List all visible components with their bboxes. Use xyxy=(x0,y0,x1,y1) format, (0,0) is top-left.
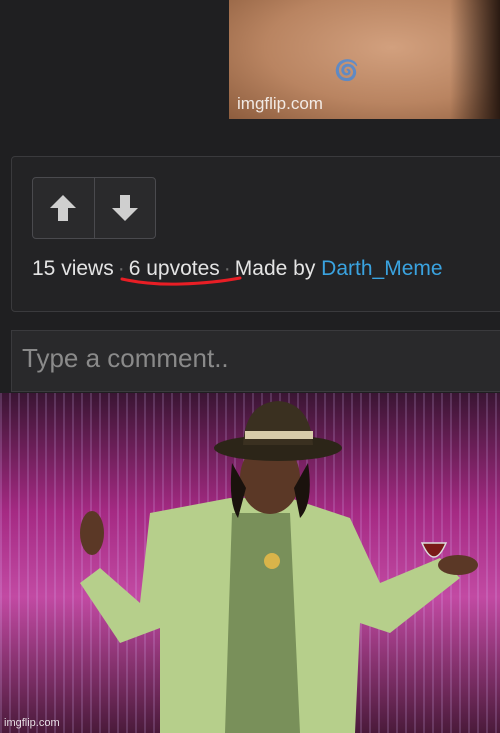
downvote-arrow-icon xyxy=(111,195,138,221)
photo-watermark: imgflip.com xyxy=(4,717,60,729)
downvote-button[interactable] xyxy=(93,178,156,238)
red-underline-annotation xyxy=(120,276,242,286)
comment-box[interactable]: Type a comment.. xyxy=(11,330,500,392)
author-link[interactable]: Darth_Meme xyxy=(321,257,442,280)
meme-image-top: 🌀 imgflip.com xyxy=(229,0,500,119)
image-shadow xyxy=(450,0,500,119)
imgflip-swirl-icon: 🌀 xyxy=(334,60,359,82)
comment-placeholder: Type a comment.. xyxy=(22,343,229,373)
image-watermark: imgflip.com xyxy=(237,94,323,113)
made-by-label: Made by xyxy=(234,257,316,280)
view-count: 15 views xyxy=(32,257,114,280)
meme-photo: imgflip.com xyxy=(0,393,500,733)
man-in-green-suit-figure xyxy=(80,401,478,733)
upvote-arrow-icon xyxy=(50,195,77,221)
vote-buttons xyxy=(32,177,156,239)
meme-stats-panel: 15 views · 6 upvotes · Made by Darth_Meme xyxy=(11,156,500,312)
upvote-button[interactable] xyxy=(33,178,94,238)
upvote-count-wrap: 6 upvotes xyxy=(120,257,242,286)
stats-line: 15 views · 6 upvotes · Made by Darth_Meme xyxy=(32,257,443,286)
